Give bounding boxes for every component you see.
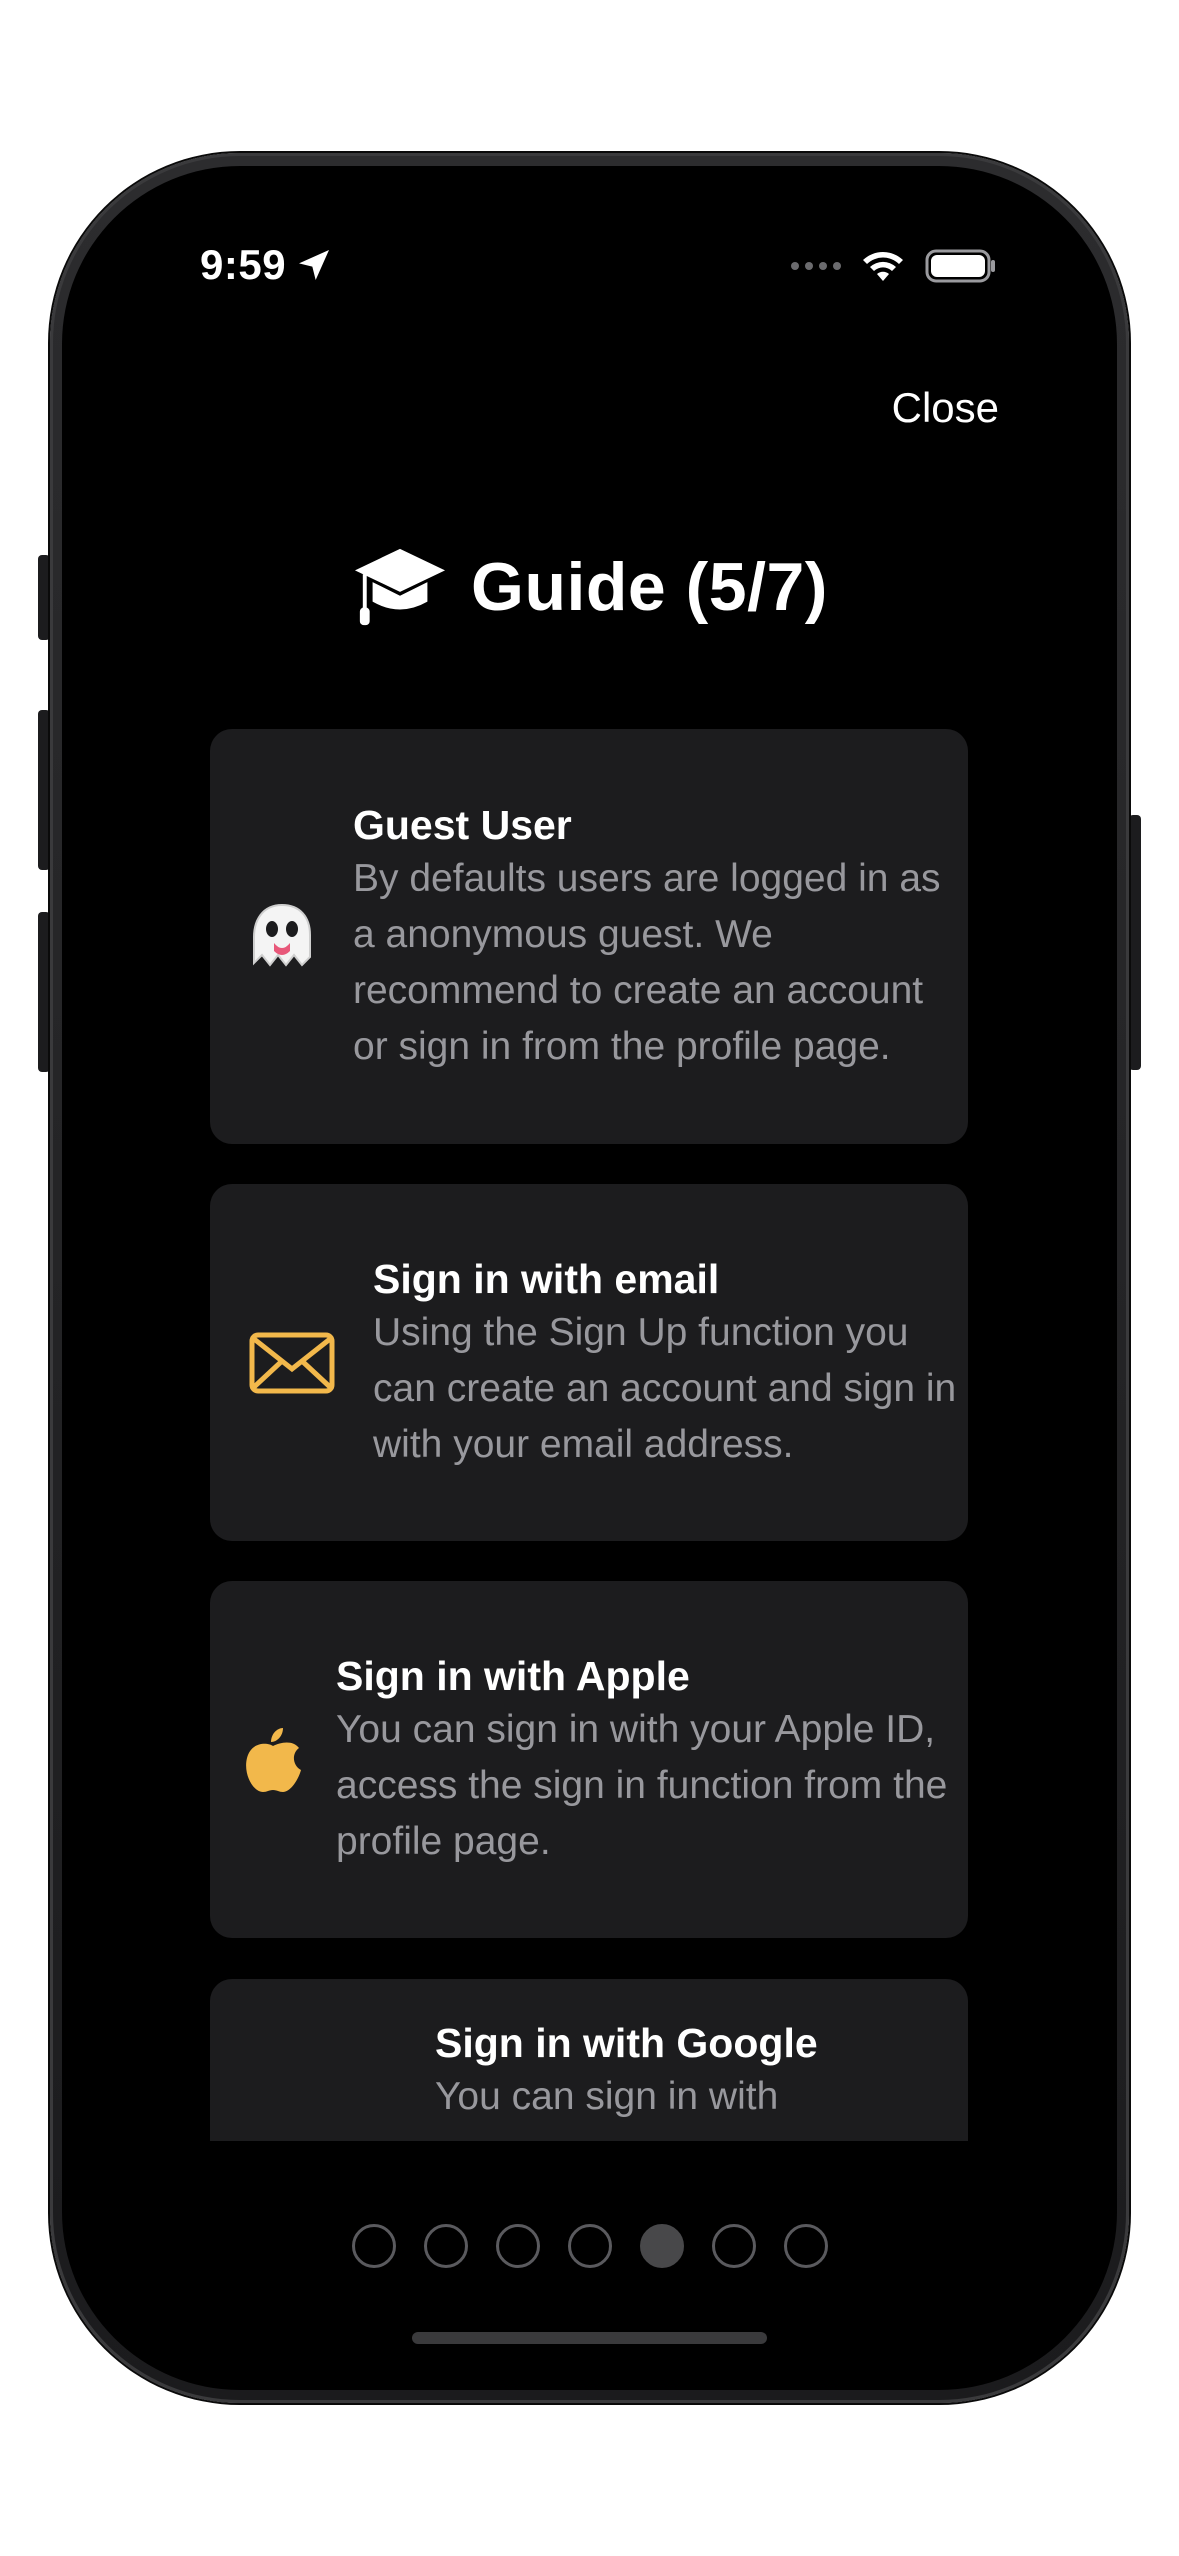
close-button[interactable]: Close — [892, 384, 999, 432]
card-sign-in-google: Sign in with Google You can sign in with — [210, 1979, 968, 2141]
card-guest-user: Guest User By defaults users are logged … — [210, 729, 968, 1144]
status-time-label: 9:59 — [200, 241, 287, 288]
envelope-icon — [249, 1332, 334, 1393]
card-body: By defaults users are logged in as a ano… — [353, 856, 941, 1068]
page-dot-4[interactable] — [567, 2224, 612, 2268]
card-sign-in-email: Sign in with email Using the Sign Up fun… — [210, 1184, 968, 1541]
status-icons — [791, 248, 997, 284]
wifi-icon — [863, 252, 903, 281]
status-time: 9:59 — [200, 241, 334, 289]
page-dot-7[interactable] — [783, 2224, 828, 2268]
page-dot-2[interactable] — [423, 2224, 468, 2268]
battery-icon — [925, 249, 995, 283]
guide-cards-list[interactable]: Guest User By defaults users are logged … — [210, 729, 968, 2141]
ghost-icon — [252, 903, 311, 967]
power-button — [1129, 815, 1141, 1070]
page-title: Guide (5/7) — [62, 541, 1117, 633]
mute-switch — [38, 555, 50, 640]
volume-down-button — [38, 912, 50, 1072]
device-stage: 9:59 Close Guide (5/7) Guest User By def… — [0, 0, 1179, 2556]
page-indicator[interactable] — [62, 2224, 1117, 2268]
apple-icon — [246, 1727, 301, 1792]
card-body: Using the Sign Up function you can creat… — [373, 1310, 957, 1466]
card-sign-in-apple: Sign in with Apple You can sign in with … — [210, 1581, 968, 1938]
card-title: Sign in with Apple — [336, 1652, 690, 1699]
page-dot-3[interactable] — [495, 2224, 540, 2268]
card-title: Sign in with email — [373, 1255, 720, 1302]
page-dot-5[interactable] — [639, 2224, 684, 2268]
card-title: Sign in with Google — [435, 2020, 818, 2066]
page-title-text: Guide (5/7) — [471, 549, 828, 625]
card-body: You can sign in with — [435, 2075, 779, 2118]
page-dot-6[interactable] — [711, 2224, 756, 2268]
cellular-dots-icon — [791, 262, 841, 270]
graduation-cap-icon — [355, 548, 446, 626]
location-arrow-icon — [299, 250, 330, 280]
card-body: You can sign in with your Apple ID, acce… — [336, 1707, 948, 1863]
volume-up-button — [38, 710, 50, 870]
page-dot-1[interactable] — [351, 2224, 396, 2268]
screen: 9:59 Close Guide (5/7) Guest User By def… — [62, 166, 1117, 2390]
home-indicator[interactable] — [412, 2332, 767, 2344]
card-title: Guest User — [353, 801, 572, 848]
